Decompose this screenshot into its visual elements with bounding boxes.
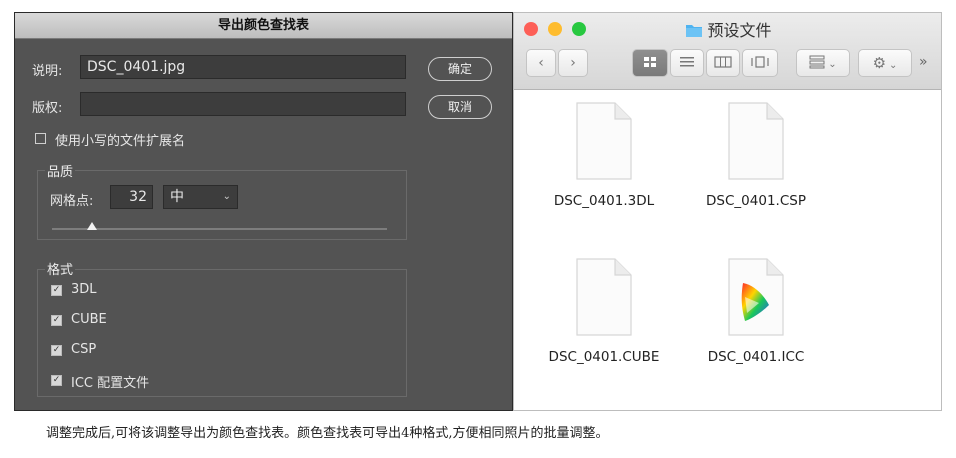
- file-item[interactable]: DSC_0401.3DL: [534, 101, 674, 209]
- format-csp-label: CSP: [71, 342, 97, 357]
- folder-icon: [686, 25, 703, 37]
- list-icon: [680, 57, 694, 67]
- quality-select[interactable]: 中 ⌄: [163, 185, 238, 209]
- icon-view-button[interactable]: [632, 49, 668, 77]
- back-button[interactable]: ‹: [526, 49, 556, 77]
- gear-icon: ⚙: [872, 54, 887, 72]
- description-label: 说明:: [32, 64, 63, 79]
- quality-slider-thumb[interactable]: [87, 222, 98, 230]
- group-icon: [809, 55, 825, 69]
- chevron-down-icon: ⌄: [222, 191, 231, 202]
- ok-button[interactable]: 确定: [428, 57, 492, 81]
- chevron-down-icon: ⌄: [889, 60, 898, 71]
- format-icc-checkbox[interactable]: ✓: [51, 375, 62, 386]
- lowercase-ext-label: 使用小写的文件扩展名: [55, 134, 186, 149]
- forward-button[interactable]: ›: [558, 49, 588, 77]
- finder-title-text: 预设文件: [707, 21, 772, 40]
- quality-slider-track[interactable]: [52, 228, 387, 230]
- quality-group-title: 品质: [45, 161, 76, 180]
- chevron-down-icon: ⌄: [828, 59, 837, 70]
- file-name: DSC_0401.CUBE: [548, 349, 660, 365]
- document-icon: [728, 102, 784, 180]
- copyright-label: 版权:: [32, 101, 63, 116]
- document-icon: [576, 102, 632, 180]
- format-cube-checkbox[interactable]: ✓: [51, 315, 62, 326]
- gallery-view-button[interactable]: [742, 49, 778, 77]
- format-icc-label: ICC 配置文件: [71, 376, 150, 391]
- cancel-button[interactable]: 取消: [428, 95, 492, 119]
- format-cube-label: CUBE: [71, 312, 107, 327]
- file-name: DSC_0401.CSP: [706, 193, 806, 209]
- grid-points-input[interactable]: 32: [110, 185, 153, 209]
- icc-profile-icon: [728, 258, 784, 336]
- lowercase-ext-checkbox[interactable]: [35, 133, 46, 144]
- copyright-input[interactable]: [80, 92, 406, 116]
- list-view-button[interactable]: [670, 49, 704, 77]
- group-by-button[interactable]: ⌄: [796, 49, 850, 77]
- gallery-icon: [751, 56, 769, 68]
- format-csp-checkbox[interactable]: ✓: [51, 345, 62, 356]
- file-item[interactable]: DSC_0401.ICC: [686, 257, 826, 365]
- file-item[interactable]: DSC_0401.CSP: [686, 101, 826, 209]
- quality-select-value: 中: [170, 189, 184, 205]
- format-group-title: 格式: [45, 259, 76, 278]
- grid-icon: [644, 57, 656, 67]
- column-view-button[interactable]: [706, 49, 740, 77]
- grid-points-label: 网格点:: [50, 194, 94, 209]
- dialog-title: 导出颜色查找表: [15, 13, 512, 39]
- finder-window: 预设文件 ‹ › ⌄ ⚙ ⌄ » DSC_0401.3DL DSC_0401.C…: [513, 12, 942, 411]
- columns-icon: [714, 56, 732, 68]
- file-name: DSC_0401.3DL: [553, 193, 655, 209]
- figure-caption: 调整完成后,可将该调整导出为颜色查找表。颜色查找表可导出4种格式,方便相同照片的…: [46, 426, 609, 441]
- file-name: DSC_0401.ICC: [707, 349, 805, 365]
- export-lut-dialog: 导出颜色查找表 说明: DSC_0401.jpg 确定 版权: 取消 使用小写的…: [14, 12, 513, 411]
- action-menu-button[interactable]: ⚙ ⌄: [858, 49, 912, 77]
- finder-title: 预设文件: [514, 17, 941, 41]
- format-3dl-label: 3DL: [71, 282, 97, 297]
- finder-toolbar: 预设文件 ‹ › ⌄ ⚙ ⌄ »: [514, 13, 941, 90]
- file-item[interactable]: DSC_0401.CUBE: [534, 257, 674, 365]
- document-icon: [576, 258, 632, 336]
- format-3dl-checkbox[interactable]: ✓: [51, 285, 62, 296]
- toolbar-overflow-icon[interactable]: »: [919, 54, 928, 70]
- description-input[interactable]: DSC_0401.jpg: [80, 55, 406, 79]
